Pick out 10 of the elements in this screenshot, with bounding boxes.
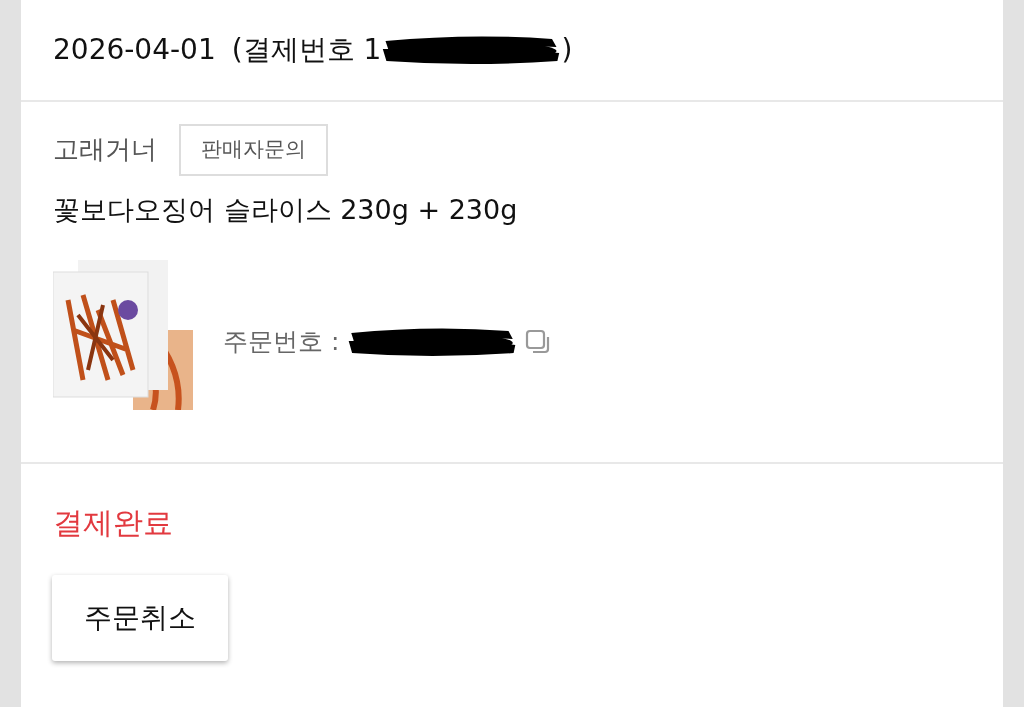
seller-name: 고래거너 <box>53 133 157 167</box>
closing-parenthesis: ) <box>561 32 573 68</box>
order-status: 결제완료 <box>52 504 174 542</box>
order-date: 2026-04-01 <box>53 32 216 68</box>
contact-seller-button[interactable]: 판매자문의 <box>179 124 328 176</box>
cancel-order-button[interactable]: 주문취소 <box>52 575 228 661</box>
copy-icon[interactable] <box>525 329 552 355</box>
product-title: 꽃보다오징어 슬라이스 230g + 230g <box>53 192 519 227</box>
order-number-label: 주문번호 : <box>223 326 340 359</box>
payment-number-label: (결제번호 1 <box>231 32 382 68</box>
